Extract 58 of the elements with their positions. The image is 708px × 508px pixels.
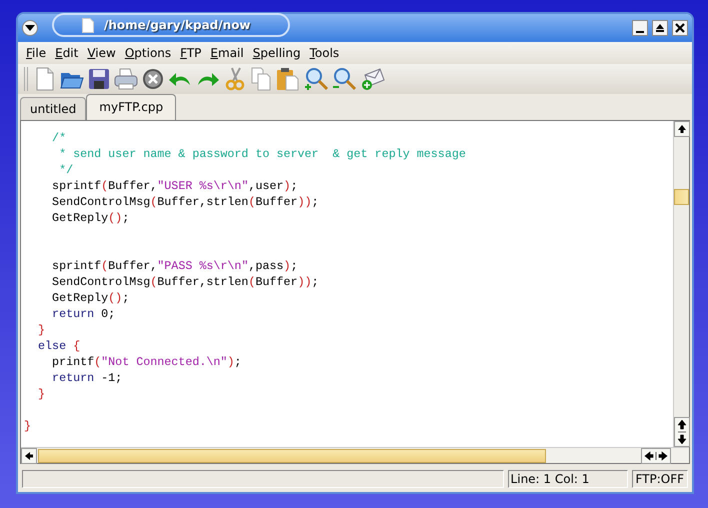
code-line: SendControlMsg(Buffer,strlen(Buffer));: [51, 275, 319, 289]
code-line: * send user name & password to server & get reply message: [58, 147, 466, 161]
menu-item[interactable]: Tools: [310, 44, 340, 62]
left-right-arrows-icon: [644, 450, 668, 460]
scroll-left-right-button[interactable]: [641, 448, 671, 464]
zoom-out-icon[interactable]: [332, 67, 356, 91]
menu-item[interactable]: Email: [210, 44, 244, 62]
stop-icon[interactable]: [142, 68, 164, 90]
code-line: }: [37, 387, 46, 401]
maximize-button[interactable]: [652, 20, 668, 36]
left-arrow-icon: [24, 450, 34, 460]
scroll-up-down-button[interactable]: [674, 417, 690, 447]
minimize-icon: [636, 31, 644, 33]
code-line: }: [24, 419, 32, 433]
code-line: */: [58, 163, 74, 177]
code-line: /*: [51, 131, 66, 145]
horizontal-scrollbar[interactable]: [21, 447, 689, 463]
document-icon: [82, 18, 94, 32]
code-line: return -1;: [51, 371, 122, 385]
ftp-status: FTP:OFF: [632, 470, 688, 488]
cursor-position: Line: 1 Col: 1: [508, 470, 628, 488]
printer-icon[interactable]: [114, 68, 138, 90]
zoom-in-icon[interactable]: [304, 67, 328, 91]
code-line: GetReply();: [51, 291, 130, 305]
code-line: GetReply();: [51, 211, 130, 225]
scroll-thumb[interactable]: [674, 189, 689, 205]
up-down-arrows-icon: [676, 419, 686, 445]
menu-item[interactable]: Spelling: [252, 44, 301, 62]
vertical-scrollbar[interactable]: [673, 121, 689, 447]
tab[interactable]: myFTP.cpp: [86, 94, 176, 120]
menu-item[interactable]: File: [26, 44, 46, 62]
code-line: sprintf(Buffer,"PASS %s\r\n",pass);: [51, 259, 298, 273]
scissors-icon[interactable]: [224, 67, 246, 91]
code-line: else {: [37, 339, 80, 353]
window-menu-button[interactable]: [22, 20, 38, 36]
tab[interactable]: untitled: [20, 97, 86, 120]
minimize-button[interactable]: [632, 20, 648, 36]
code-line: printf("Not Connected.\n");: [51, 355, 242, 369]
editor-area[interactable]: [20, 120, 690, 464]
menu-item[interactable]: Edit: [55, 44, 78, 62]
window-title: /home/gary/kpad/now: [104, 17, 251, 34]
close-button[interactable]: [672, 20, 688, 36]
scroll-thumb[interactable]: [38, 448, 546, 462]
scroll-up-button[interactable]: [674, 121, 690, 137]
up-arrow-icon: [676, 124, 686, 134]
maximize-icon: [655, 23, 665, 33]
code-line: SendControlMsg(Buffer,strlen(Buffer));: [51, 195, 319, 209]
menu-item[interactable]: Options: [124, 44, 172, 62]
envelope-icon[interactable]: [360, 67, 386, 91]
scroll-left-button[interactable]: [21, 448, 37, 464]
code-line: return 0;: [51, 307, 116, 321]
caret-icon: [25, 24, 35, 32]
code-line: }: [37, 323, 46, 337]
menu-item[interactable]: FTP: [180, 44, 202, 62]
menu-item[interactable]: View: [87, 44, 116, 62]
close-icon: [675, 23, 685, 33]
code-line: sprintf(Buffer,"USER %s\r\n",user);: [51, 179, 298, 193]
clipboard-icon[interactable]: [276, 67, 300, 91]
